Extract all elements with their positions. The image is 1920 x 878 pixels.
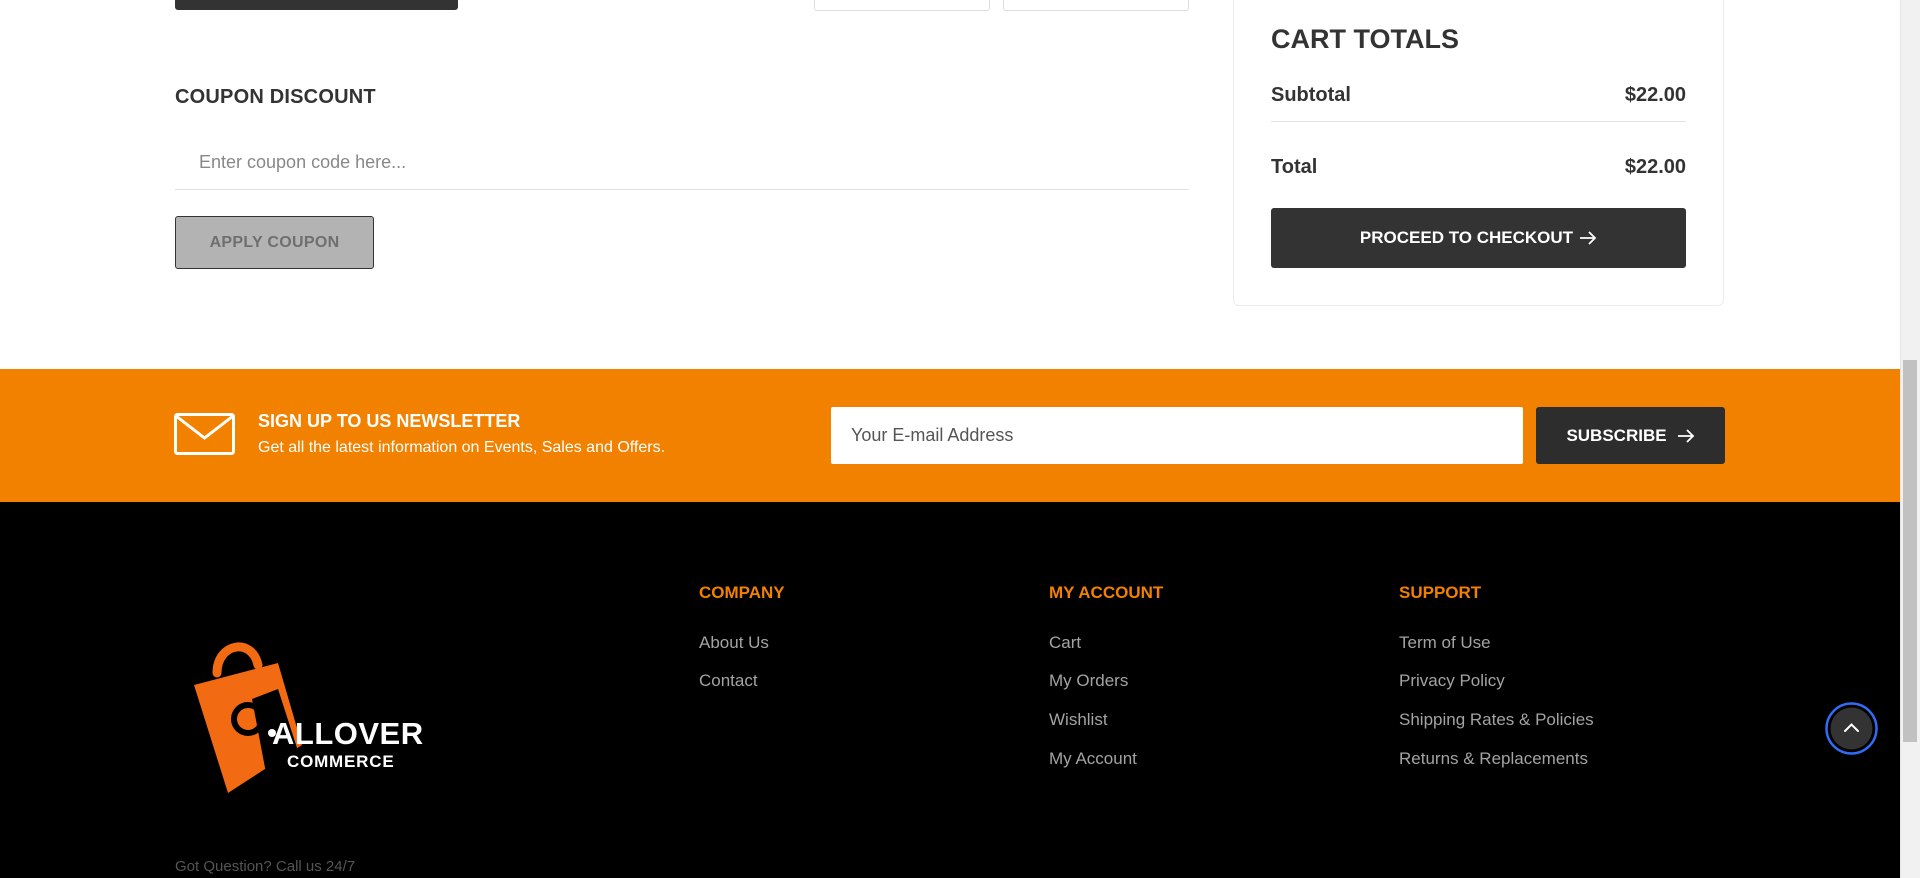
cart-action-box[interactable] <box>1003 0 1189 11</box>
newsletter-subtitle: Get all the latest information on Events… <box>258 439 666 456</box>
coupon-input[interactable] <box>175 136 1189 190</box>
logo-wordmark: ALLOVER <box>272 716 424 751</box>
footer-col-title-company: COMPANY <box>699 583 785 602</box>
arrow-right-icon <box>1580 231 1597 245</box>
checkout-label: PROCEED TO CHECKOUT <box>1359 228 1574 247</box>
back-to-top-button[interactable] <box>1825 702 1878 755</box>
envelope-icon <box>174 413 235 455</box>
newsletter-title: SIGN UP TO US NEWSLETTER <box>258 411 521 431</box>
footer-link-my-orders[interactable]: My Orders <box>1049 671 1128 691</box>
subtotal-value: $22.00 <box>1624 84 1686 106</box>
update-cart-button[interactable] <box>175 0 458 10</box>
cart-action-box[interactable] <box>814 0 990 11</box>
footer-link-privacy-policy[interactable]: Privacy Policy <box>1399 671 1505 691</box>
proceed-to-checkout-button[interactable]: PROCEED TO CHECKOUT <box>1271 208 1686 268</box>
apply-coupon-button[interactable]: APPLY COUPON <box>175 216 374 269</box>
logo-subtitle: COMMERCE <box>287 752 395 771</box>
subtotal-label: Subtotal <box>1271 84 1351 106</box>
footer-col-title-my-account: MY ACCOUNT <box>1049 583 1164 602</box>
footer-link-returns[interactable]: Returns & Replacements <box>1399 749 1588 769</box>
footer-link-shipping-rates[interactable]: Shipping Rates & Policies <box>1399 710 1594 730</box>
got-question-text: Got Question? Call us 24/7 <box>175 858 356 875</box>
coupon-title: COUPON DISCOUNT <box>175 86 376 108</box>
subscribe-button[interactable]: SUBSCRIBE <box>1536 407 1725 464</box>
totals-divider <box>1271 121 1686 122</box>
footer-link-my-account[interactable]: My Account <box>1049 749 1137 769</box>
total-label: Total <box>1271 156 1318 178</box>
footer-link-contact[interactable]: Contact <box>699 671 758 691</box>
cart-totals-title: CART TOTALS <box>1271 24 1459 54</box>
arrow-right-icon <box>1677 428 1694 443</box>
newsletter-email-input[interactable] <box>831 407 1523 464</box>
footer-link-cart[interactable]: Cart <box>1049 633 1081 653</box>
subscribe-label: SUBSCRIBE <box>1566 425 1667 445</box>
footer-link-term-of-use[interactable]: Term of Use <box>1399 633 1491 653</box>
scrollbar-thumb[interactable] <box>1903 360 1917 742</box>
total-value: $22.00 <box>1624 156 1686 178</box>
footer-link-about-us[interactable]: About Us <box>699 633 769 653</box>
footer-col-title-support: SUPPORT <box>1399 583 1482 602</box>
footer-link-wishlist[interactable]: Wishlist <box>1049 710 1108 730</box>
